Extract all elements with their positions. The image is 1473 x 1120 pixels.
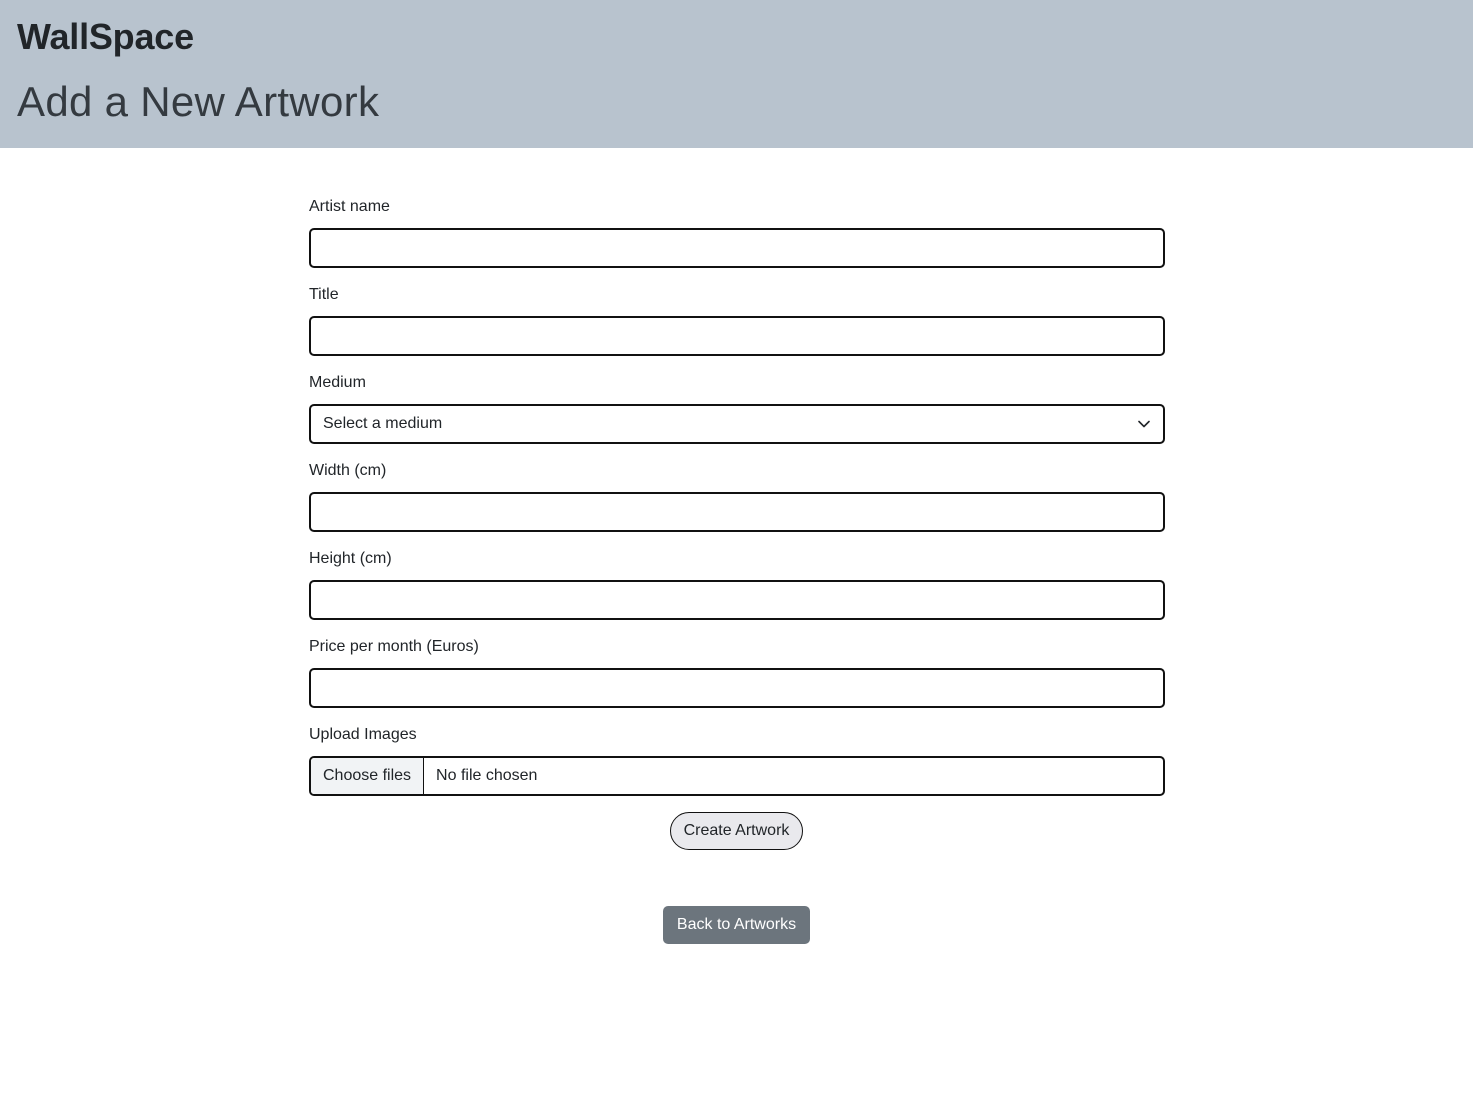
price-input[interactable] [309, 668, 1165, 708]
medium-label: Medium [309, 374, 366, 391]
artist-name-input[interactable] [309, 228, 1165, 268]
title-input[interactable] [309, 316, 1165, 356]
choose-files-button[interactable]: Choose files [311, 758, 425, 794]
price-label: Price per month (Euros) [309, 638, 479, 655]
medium-select[interactable]: Select a medium [309, 404, 1165, 444]
height-input[interactable] [309, 580, 1165, 620]
chevron-down-icon [1137, 417, 1151, 431]
width-input[interactable] [309, 492, 1165, 532]
artist-name-label: Artist name [309, 198, 390, 215]
file-status-text: No file chosen [436, 767, 538, 784]
medium-selected-value: Select a medium [323, 415, 443, 432]
site-header: WallSpace Add a New Artwork [0, 0, 1473, 148]
back-to-artworks-button[interactable]: Back to Artworks [663, 906, 810, 944]
title-label: Title [309, 286, 339, 303]
width-label: Width (cm) [309, 462, 387, 479]
brand-logo-text[interactable]: WallSpace [17, 16, 194, 58]
height-label: Height (cm) [309, 550, 392, 567]
upload-images-label: Upload Images [309, 726, 417, 743]
upload-images-input[interactable]: Choose files No file chosen [309, 756, 1165, 796]
page-title: Add a New Artwork [17, 78, 380, 125]
create-artwork-button[interactable]: Create Artwork [670, 812, 803, 850]
